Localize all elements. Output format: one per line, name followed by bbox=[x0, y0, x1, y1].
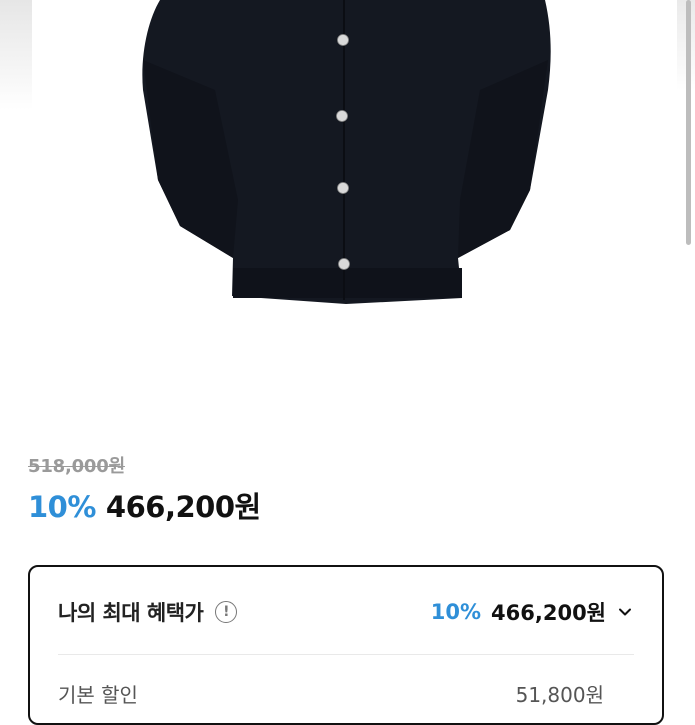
info-circle-icon[interactable]: ! bbox=[215, 601, 238, 623]
original-price: 518,000원 bbox=[28, 456, 125, 477]
benefit-title-group: 나의 최대 혜택가 ! bbox=[58, 597, 238, 627]
benefit-divider bbox=[58, 654, 634, 655]
sale-price: 466,200원 bbox=[105, 490, 261, 524]
sale-price-row: 10% 466,200원 bbox=[28, 484, 261, 526]
chevron-down-icon[interactable] bbox=[616, 603, 634, 621]
button bbox=[336, 110, 348, 122]
button bbox=[337, 34, 349, 46]
product-image-area[interactable] bbox=[0, 0, 695, 420]
hem-rib bbox=[233, 268, 462, 298]
max-benefit-card: 나의 최대 혜택가 ! 10% 466,200원 기본 할인 51,800원 bbox=[28, 565, 664, 725]
price-area: 518,000원 10% 466,200원 bbox=[28, 452, 261, 526]
button bbox=[337, 182, 349, 194]
cardigan-image bbox=[142, 0, 551, 304]
benefit-row-label: 기본 할인 bbox=[58, 683, 138, 707]
benefit-row-value: 51,800원 bbox=[515, 683, 604, 707]
scrollbar[interactable] bbox=[686, 0, 691, 245]
benefit-title: 나의 최대 혜택가 bbox=[58, 601, 204, 625]
benefit-summary[interactable]: 10% 466,200원 bbox=[431, 597, 634, 627]
benefit-discount-rate: 10% bbox=[430, 600, 482, 624]
discount-rate: 10% bbox=[28, 490, 96, 524]
button bbox=[338, 258, 350, 270]
benefit-price: 466,200원 bbox=[491, 601, 606, 625]
benefit-row-basic-discount: 기본 할인 51,800원 bbox=[58, 679, 604, 708]
benefit-card-header[interactable]: 나의 최대 혜택가 ! 10% 466,200원 bbox=[58, 595, 634, 629]
